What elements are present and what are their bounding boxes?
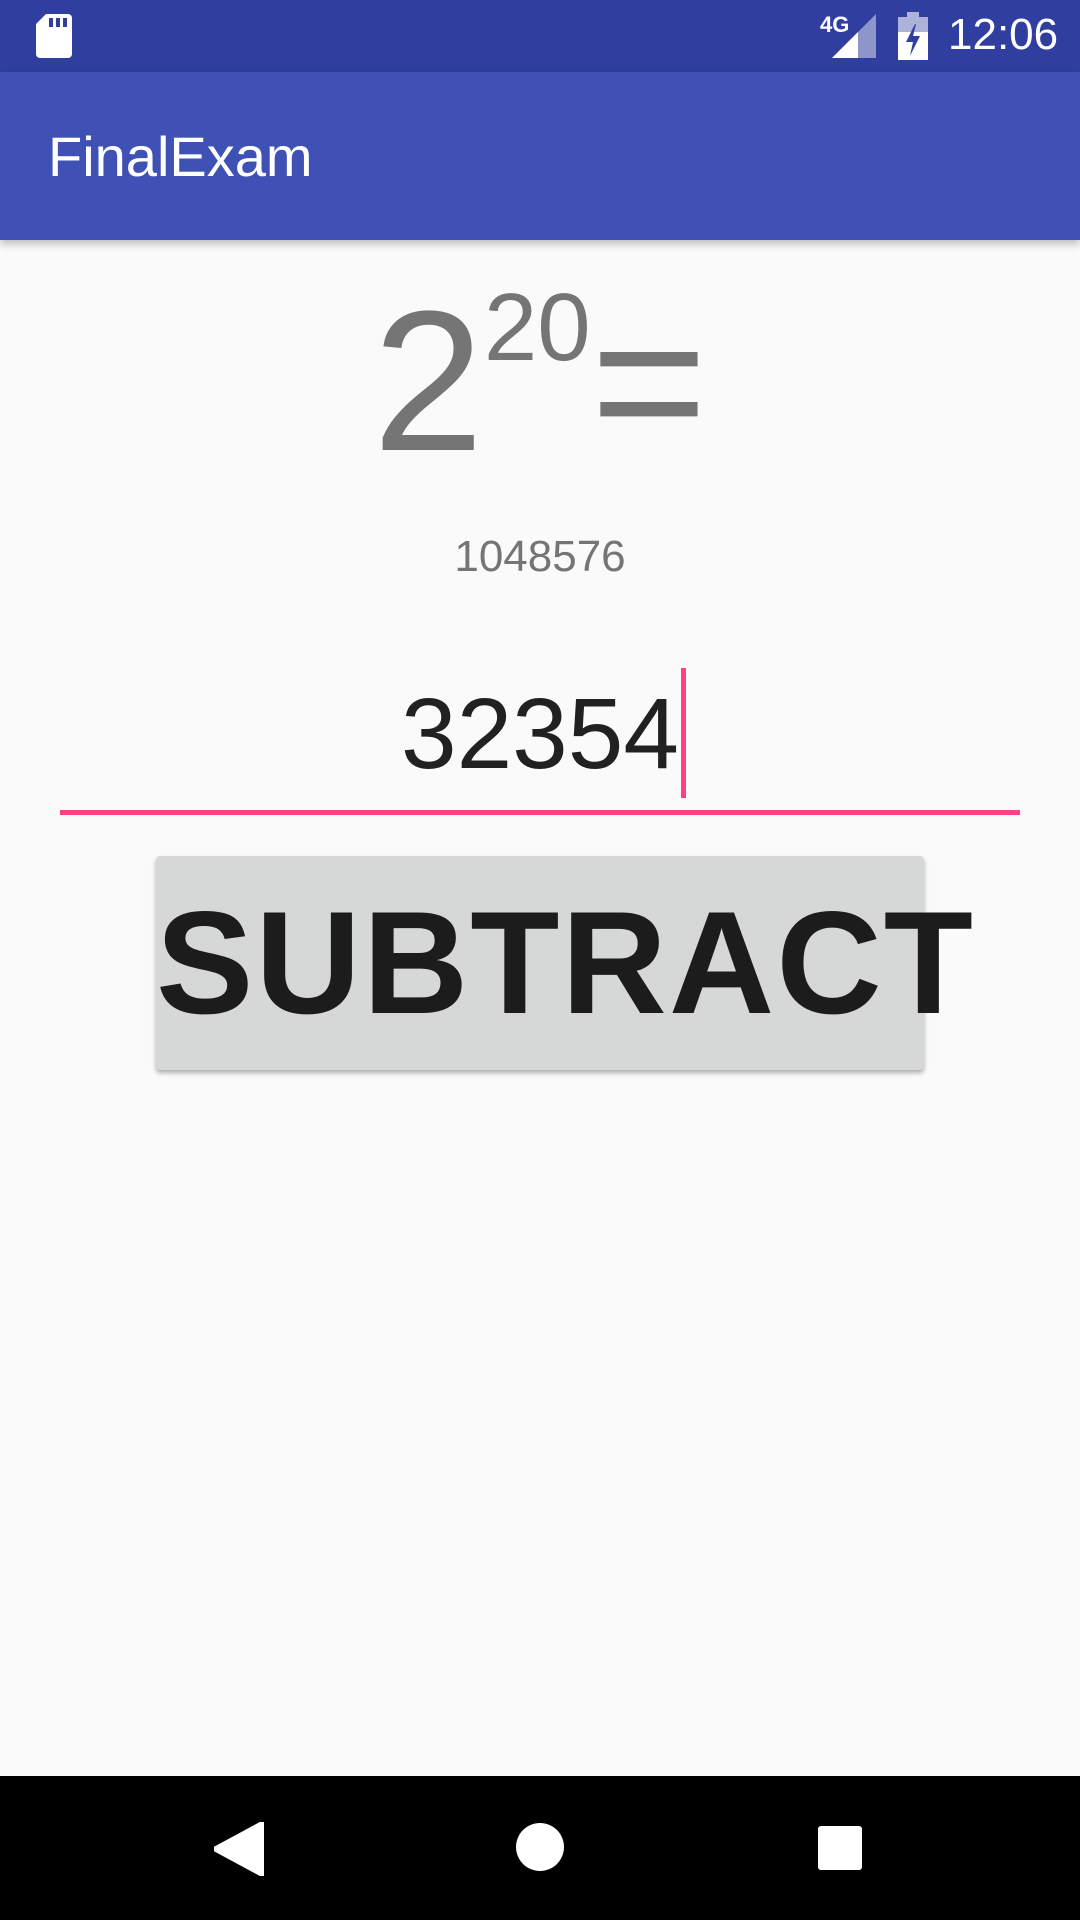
equation-exponent: 20 (483, 274, 591, 381)
equation: 220= (0, 280, 1080, 482)
equation-base: 2 (372, 270, 484, 493)
navigation-bar (0, 1776, 1080, 1920)
signal-icon (832, 14, 876, 58)
battery-charging-icon (898, 12, 928, 60)
recents-icon[interactable] (816, 1824, 864, 1872)
app-bar: FinalExam (0, 72, 1080, 240)
back-icon[interactable] (214, 1822, 264, 1876)
number-field (60, 660, 1020, 816)
text-cursor (681, 668, 686, 798)
main-content: 220= 1048576 SUBTRACT (0, 240, 1080, 1776)
input-underline (60, 810, 1020, 815)
sd-card-icon (36, 14, 72, 58)
result-text: 1048576 (454, 532, 626, 581)
home-icon[interactable] (514, 1821, 566, 1873)
status-clock: 12:06 (948, 10, 1059, 59)
status-bar: 4G 12:06 (0, 0, 1080, 72)
subtract-button[interactable]: SUBTRACT (156, 856, 973, 1070)
number-input[interactable] (60, 660, 1020, 808)
app-title: FinalExam (48, 125, 313, 188)
equation-equals: = (590, 270, 708, 493)
